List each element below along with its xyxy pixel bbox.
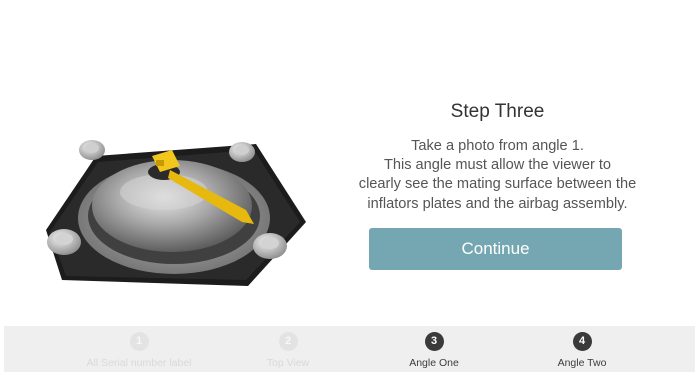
airbag-inflator-image xyxy=(46,140,306,286)
instruction-line: This angle must allow the viewer to xyxy=(383,157,612,174)
step-label: All Serial number label xyxy=(86,357,192,369)
progress-stepper: 1 All Serial number label 2 Top View 3 A… xyxy=(4,326,695,372)
step-label: Angle One xyxy=(409,357,459,369)
step-number-badge: 3 xyxy=(424,332,444,351)
step-label: Top View xyxy=(266,357,310,369)
instruction-line: inflators plates and the airbag assembly… xyxy=(367,195,628,212)
step-number-badge: 2 xyxy=(278,332,298,351)
continue-button[interactable]: Continue xyxy=(369,228,622,270)
step-title: Step Three xyxy=(450,101,545,122)
stepper-step-1[interactable]: 1 All Serial number label xyxy=(64,332,214,369)
step-number-badge: 1 xyxy=(129,332,149,351)
step-instruction: Take a photo from angle 1. This angle mu… xyxy=(335,137,660,214)
step-label: Angle Two xyxy=(557,357,607,369)
step-number-badge: 4 xyxy=(572,332,592,351)
stepper-step-2[interactable]: 2 Top View xyxy=(213,332,363,369)
stepper-step-3[interactable]: 3 Angle One xyxy=(359,332,509,369)
instruction-line: Take a photo from angle 1. xyxy=(411,138,584,154)
instruction-line: clearly see the mating surface between t… xyxy=(358,176,637,193)
stepper-step-4[interactable]: 4 Angle Two xyxy=(507,332,657,369)
step-content: Step Three Take a photo from angle 1. Th… xyxy=(335,100,660,214)
